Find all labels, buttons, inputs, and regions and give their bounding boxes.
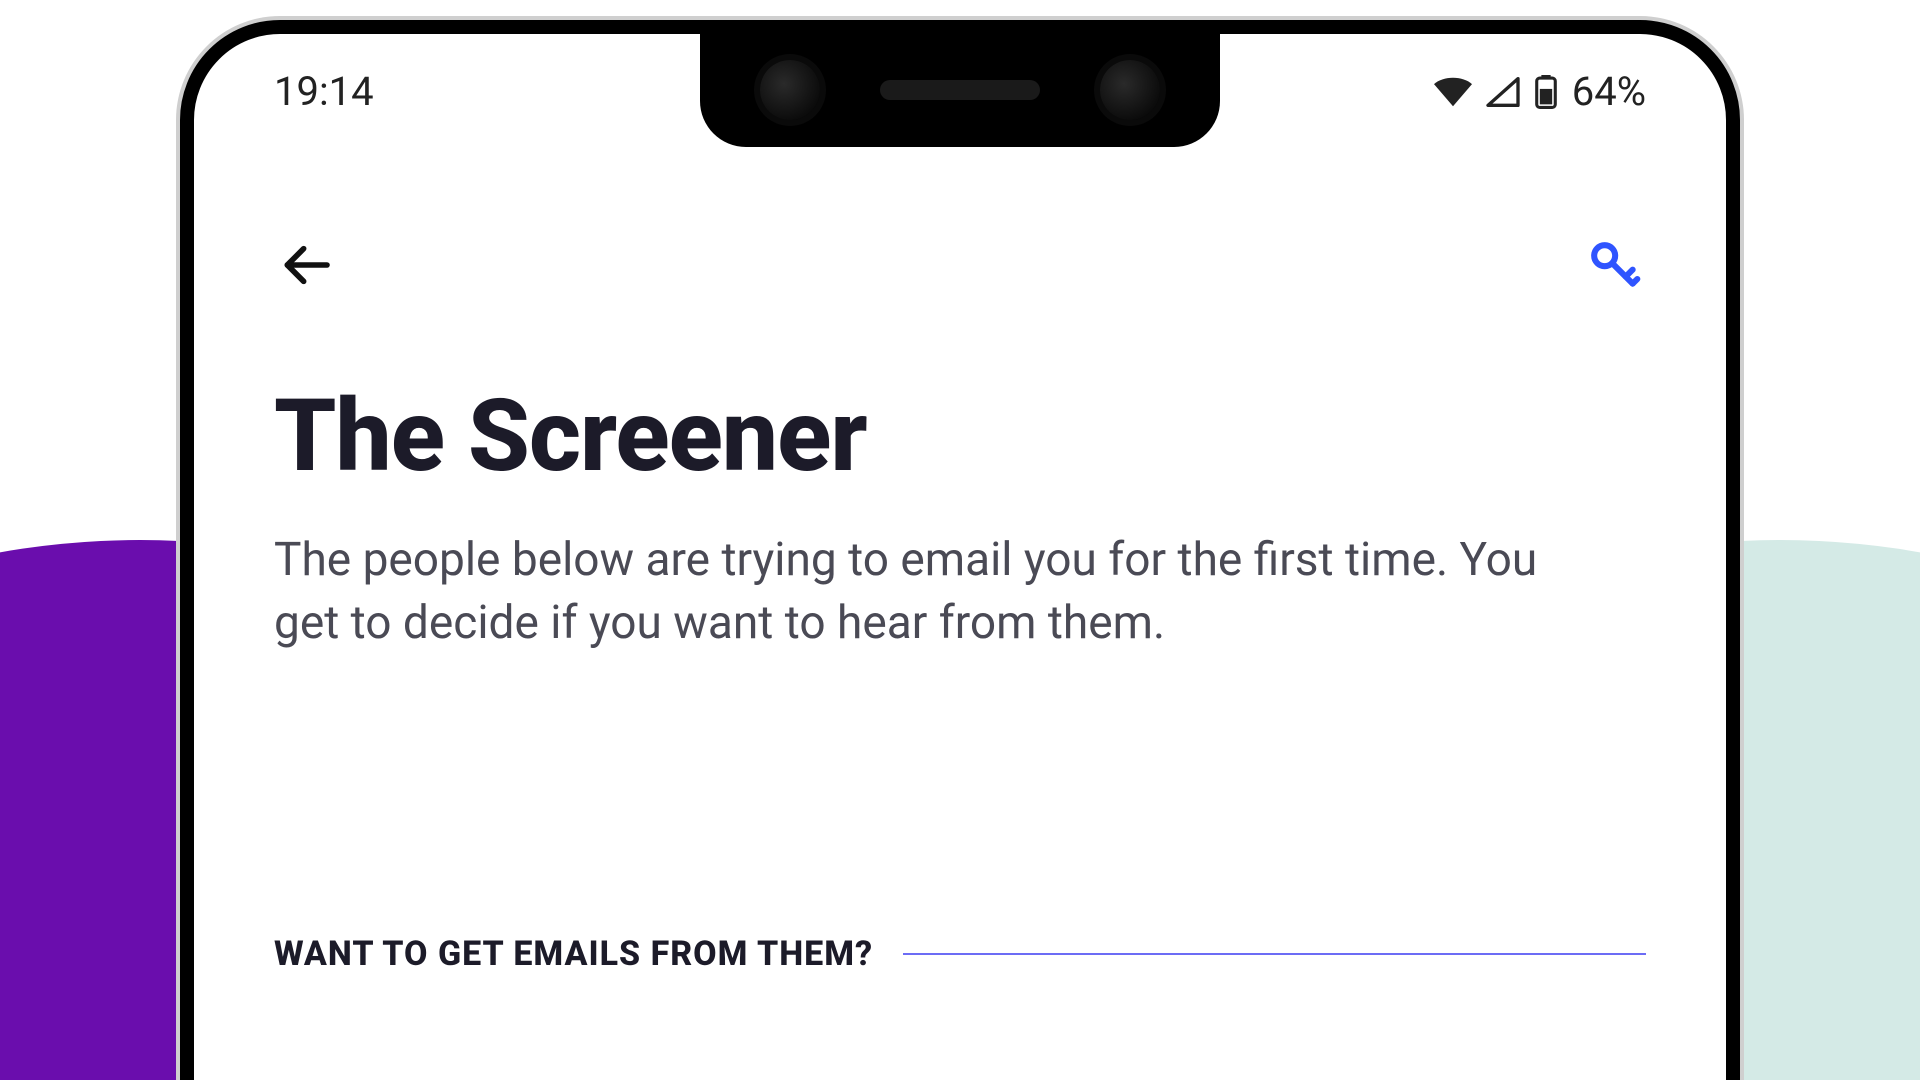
- page-subtitle: The people below are trying to email you…: [274, 529, 1554, 656]
- screen-content: The Screener The people below are trying…: [274, 384, 1646, 656]
- arrow-left-icon: [278, 237, 334, 296]
- cellular-signal-icon: [1486, 77, 1520, 107]
- page-title: The Screener: [274, 384, 1646, 489]
- back-button[interactable]: [274, 234, 338, 298]
- section-divider: [903, 953, 1646, 955]
- section-header: WANT TO GET EMAILS FROM THEM?: [274, 934, 873, 974]
- status-bar: 19:14: [194, 34, 1726, 149]
- wifi-icon: [1434, 77, 1472, 107]
- status-battery-text: 64%: [1572, 68, 1646, 115]
- phone-frame: 19:14: [180, 20, 1740, 1080]
- section-row: WANT TO GET EMAILS FROM THEM?: [274, 934, 1646, 974]
- app-bar: [194, 234, 1726, 298]
- key-button[interactable]: [1582, 234, 1646, 298]
- key-icon: [1586, 237, 1642, 296]
- battery-icon: [1534, 75, 1558, 109]
- status-time: 19:14: [274, 68, 374, 115]
